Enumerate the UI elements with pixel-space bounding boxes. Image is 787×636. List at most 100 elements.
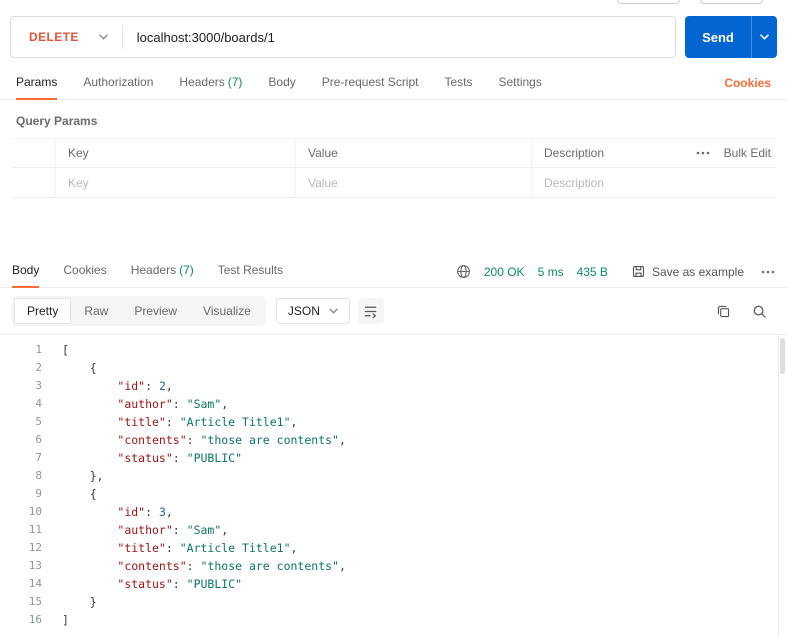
line-number: 5 xyxy=(35,415,42,428)
code-line-content: "id": 2, xyxy=(117,379,173,393)
line-number: 11 xyxy=(28,523,42,536)
scrollbar-thumb[interactable] xyxy=(780,338,785,374)
code-line-content: { xyxy=(62,361,97,375)
line-number: 6 xyxy=(35,433,42,446)
wrap-text-button[interactable] xyxy=(357,298,384,324)
copy-icon[interactable] xyxy=(716,304,731,319)
save-icon xyxy=(631,264,646,279)
view-tab-visualize[interactable]: Visualize xyxy=(190,298,264,324)
response-tab-cookies[interactable]: Cookies xyxy=(63,263,106,288)
code-line: 16] xyxy=(0,611,787,629)
code-line-content: "status": "PUBLIC" xyxy=(117,577,243,591)
response-tab-test-results[interactable]: Test Results xyxy=(218,263,283,288)
line-number: 7 xyxy=(35,451,42,464)
line-number: 16 xyxy=(28,613,42,626)
url-input[interactable]: localhost:3000/boards/1 xyxy=(137,30,275,45)
url-box: DELETE localhost:3000/boards/1 xyxy=(10,16,676,58)
response-time: 5 ms xyxy=(537,264,564,279)
line-number: 8 xyxy=(35,469,42,482)
line-number: 14 xyxy=(28,577,42,590)
api-client-app: DELETE localhost:3000/boards/1 Send Para… xyxy=(0,0,787,636)
line-number: 2 xyxy=(35,361,42,374)
code-line: 2 { xyxy=(0,359,787,377)
cropped-toolbar-button[interactable] xyxy=(617,0,680,4)
column-header-value: Value xyxy=(296,139,532,167)
code-line: 14 "status": "PUBLIC" xyxy=(0,575,787,593)
chevron-down-icon xyxy=(329,308,338,314)
code-line: 9 { xyxy=(0,485,787,503)
send-label: Send xyxy=(702,29,734,45)
code-line-content: "status": "PUBLIC" xyxy=(117,451,243,465)
column-header-description: Description xyxy=(544,146,605,160)
send-button[interactable]: Send xyxy=(685,16,777,58)
code-line-content: "title": "Article Title1", xyxy=(117,415,298,429)
cookies-link[interactable]: Cookies xyxy=(724,76,771,99)
code-line: 12 "title": "Article Title1", xyxy=(0,539,787,557)
view-mode-switcher: Pretty Raw Preview Visualize xyxy=(12,296,266,326)
more-options-icon[interactable] xyxy=(761,270,775,274)
status-badge: 200 OK xyxy=(483,264,525,279)
view-tab-raw[interactable]: Raw xyxy=(71,298,121,324)
query-params-table: Key Value Description Bulk Edit Key Valu… xyxy=(12,138,775,198)
code-line-content: [ xyxy=(62,343,69,357)
code-lines: 1[2 {3 "id": 2, 4 "author": "Sam", 5 "titl… xyxy=(0,341,787,629)
tab-params[interactable]: Params xyxy=(16,75,58,100)
line-number: 13 xyxy=(28,559,42,572)
chevron-down-icon xyxy=(99,34,108,40)
response-actions xyxy=(716,304,775,319)
tab-pre-request-script[interactable]: Pre-request Script xyxy=(322,75,419,100)
code-line-content: "title": "Article Title1", xyxy=(117,541,298,555)
chevron-down-icon xyxy=(760,34,769,40)
request-tabs: Params Authorization Headers (7) Body Pre… xyxy=(0,70,787,100)
code-line: 7 "status": "PUBLIC" xyxy=(0,449,787,467)
row-handle-column xyxy=(12,139,56,167)
more-options-icon[interactable] xyxy=(696,151,710,155)
scrollbar-track[interactable] xyxy=(778,335,787,636)
table-row: Key Value Description xyxy=(12,168,775,198)
key-input[interactable]: Key xyxy=(56,168,296,197)
method-label: DELETE xyxy=(29,30,79,44)
line-number: 9 xyxy=(35,487,42,500)
send-options-button[interactable] xyxy=(751,16,777,58)
table-header-row: Key Value Description Bulk Edit xyxy=(12,138,775,168)
query-params-title: Query Params xyxy=(16,114,98,128)
code-line: 13 "contents": "those are contents", xyxy=(0,557,787,575)
code-line-content: ] xyxy=(62,613,69,627)
code-line: 10 "id": 3, xyxy=(0,503,787,521)
response-size: 435 B xyxy=(576,264,608,279)
response-view-toolbar: Pretty Raw Preview Visualize JSON xyxy=(0,288,787,334)
search-icon[interactable] xyxy=(752,304,767,319)
code-line: 4 "author": "Sam", xyxy=(0,395,787,413)
tab-settings[interactable]: Settings xyxy=(499,75,542,100)
response-tabs: Body Cookies Headers (7) Test Results 200… xyxy=(0,254,787,288)
response-tab-headers[interactable]: Headers (7) xyxy=(131,263,194,288)
code-line-content: { xyxy=(62,487,97,501)
code-line-content: }, xyxy=(62,469,104,483)
save-as-example-button[interactable]: Save as example xyxy=(631,264,744,279)
tab-body[interactable]: Body xyxy=(268,75,295,100)
response-meta: 200 OK 5 ms 435 B Save as example xyxy=(456,264,775,287)
tab-tests[interactable]: Tests xyxy=(444,75,472,100)
code-line-content: "contents": "those are contents", xyxy=(117,433,346,447)
save-as-example-label: Save as example xyxy=(651,264,744,279)
cropped-toolbar-button[interactable] xyxy=(700,0,763,4)
value-input[interactable]: Value xyxy=(296,168,532,197)
request-bar: DELETE localhost:3000/boards/1 Send xyxy=(10,16,777,58)
bulk-edit-button[interactable]: Bulk Edit xyxy=(724,146,771,160)
code-line: 1[ xyxy=(0,341,787,359)
code-line: 3 "id": 2, xyxy=(0,377,787,395)
tab-headers[interactable]: Headers (7) xyxy=(179,75,242,100)
method-selector[interactable]: DELETE xyxy=(11,30,122,44)
view-tab-pretty[interactable]: Pretty xyxy=(14,298,72,324)
tab-authorization[interactable]: Authorization xyxy=(83,75,153,100)
row-handle-column xyxy=(12,168,56,197)
view-tab-preview[interactable]: Preview xyxy=(121,298,190,324)
code-line-content: "contents": "those are contents", xyxy=(117,559,346,573)
globe-icon xyxy=(456,264,471,279)
response-headers-count-badge: (7) xyxy=(179,263,194,277)
line-number: 3 xyxy=(35,379,42,392)
response-tab-body[interactable]: Body xyxy=(12,263,40,288)
description-input[interactable]: Description xyxy=(532,176,775,190)
format-select[interactable]: JSON xyxy=(275,298,350,324)
wrap-text-icon xyxy=(363,304,378,319)
